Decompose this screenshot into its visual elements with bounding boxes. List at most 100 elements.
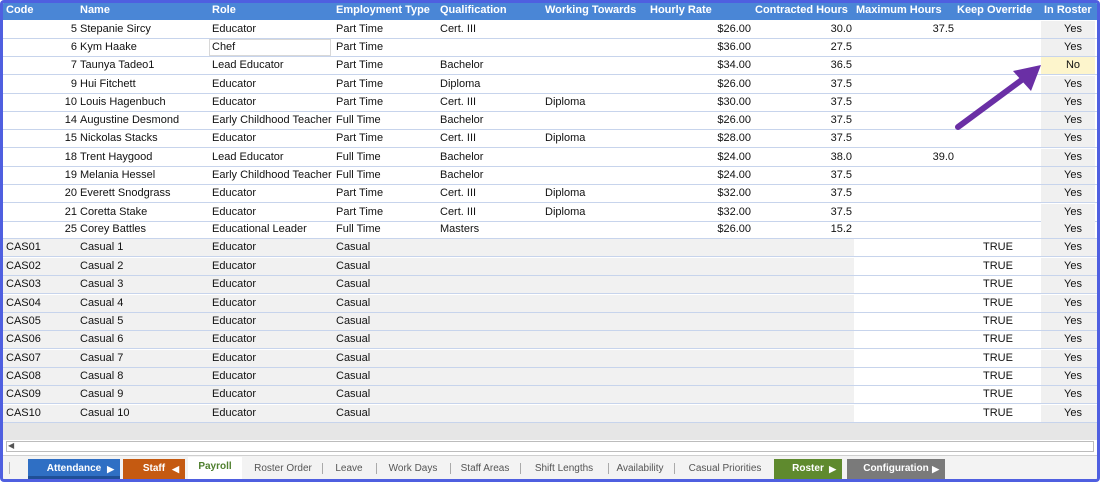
employment-type[interactable]: Casual [336,370,370,382]
staff-role[interactable]: Educator [212,132,256,144]
employment-type[interactable]: Part Time [336,59,383,71]
staff-name[interactable]: Casual 1 [80,241,123,253]
in-roster[interactable]: Yes [1043,315,1097,327]
working-towards[interactable]: Diploma [545,132,585,144]
staff-code[interactable]: 21 [23,206,77,218]
qualification[interactable]: Bachelor [440,114,483,126]
staff-role[interactable]: Lead Educator [212,151,284,163]
staff-name[interactable]: Casual 2 [80,260,123,272]
in-roster[interactable]: Yes [1043,23,1097,35]
in-roster[interactable]: Yes [1043,151,1097,163]
sheet-tab-payroll[interactable]: Payroll [188,457,242,479]
column-header-hourly-rate[interactable]: Hourly Rate [650,4,712,16]
staff-name[interactable]: Casual 8 [80,370,123,382]
employment-type[interactable]: Casual [336,407,370,419]
contracted-hours[interactable]: 15.2 [753,223,852,235]
staff-role[interactable]: Educator [212,315,256,327]
staff-role[interactable]: Early Childhood Teacher [212,169,332,181]
table-row[interactable]: 5 Stepanie Sircy Educator Part Time Cert. II… [3,21,1097,39]
qualification[interactable]: Cert. III [440,206,476,218]
employment-type[interactable]: Casual [336,260,370,272]
column-header-employment-type[interactable]: Employment Type [336,4,430,16]
staff-name[interactable]: Everett Snodgrass [80,187,171,199]
column-header-qualification[interactable]: Qualification [440,4,507,16]
tab-scroll-left-icon[interactable] [9,462,16,474]
qualification[interactable]: Masters [440,223,479,235]
staff-name[interactable]: Taunya Tadeo1 [80,59,154,71]
sheet-tab-casual-priorities[interactable]: Casual Priorities [678,459,772,479]
staff-name[interactable]: Trent Haygood [80,151,152,163]
hourly-rate[interactable]: $26.00 [651,223,751,235]
hourly-rate[interactable]: $24.00 [651,169,751,181]
column-header-in-roster[interactable]: In Roster [1044,4,1092,16]
column-header-working-towards[interactable]: Working Towards [545,4,636,16]
staff-name[interactable]: Casual 5 [80,315,123,327]
in-roster[interactable]: Yes [1043,370,1097,382]
sheet-tab-configuration[interactable]: Configuration ▶ [847,459,945,479]
horizontal-scrollbar[interactable]: ◀ [6,441,1094,452]
staff-name[interactable]: Corey Battles [80,223,146,235]
staff-role[interactable]: Educator [212,96,256,108]
column-header-name[interactable]: Name [80,4,110,16]
contracted-hours[interactable]: 37.5 [753,187,852,199]
in-roster[interactable]: Yes [1043,241,1097,253]
staff-name[interactable]: Stepanie Sircy [80,23,151,35]
sheet-tab-work-days[interactable]: Work Days [379,459,447,479]
table-row[interactable]: CAS06 Casual 6 Educator Casual TRUE Yes [3,331,1097,349]
employment-type[interactable]: Full Time [336,151,381,163]
table-row[interactable]: 15 Nickolas Stacks Educator Part Time Cert. … [3,130,1097,148]
table-row[interactable]: CAS04 Casual 4 Educator Casual TRUE Yes [3,295,1097,313]
column-header-keep-override[interactable]: Keep Override [957,4,1032,16]
staff-code[interactable]: CAS03 [6,278,41,290]
employment-type[interactable]: Casual [336,333,370,345]
staff-code[interactable]: CAS05 [6,315,41,327]
contracted-hours[interactable]: 27.5 [753,41,852,53]
staff-name[interactable]: Casual 9 [80,388,123,400]
contracted-hours[interactable]: 36.5 [753,59,852,71]
contracted-hours[interactable]: 37.5 [753,78,852,90]
keep-override[interactable]: TRUE [957,315,1039,327]
in-roster[interactable]: Yes [1043,407,1097,419]
hourly-rate[interactable]: $36.00 [651,41,751,53]
qualification[interactable]: Cert. III [440,96,476,108]
staff-role[interactable]: Lead Educator [212,59,284,71]
column-header-role[interactable]: Role [212,4,236,16]
table-row[interactable]: 20 Everett Snodgrass Educator Part Time Cert… [3,185,1097,203]
table-row[interactable]: 6 Kym Haake Chef Part Time $36.00 27.5 Yes [3,39,1097,57]
staff-name[interactable]: Augustine Desmond [80,114,179,126]
qualification[interactable]: Bachelor [440,59,483,71]
keep-override[interactable]: TRUE [957,297,1039,309]
staff-code[interactable]: 10 [23,96,77,108]
employment-type[interactable]: Full Time [336,114,381,126]
staff-code[interactable]: CAS10 [6,407,41,419]
contracted-hours[interactable]: 37.5 [753,114,852,126]
working-towards[interactable]: Diploma [545,187,585,199]
contracted-hours[interactable]: 38.0 [753,151,852,163]
staff-code[interactable]: 7 [23,59,77,71]
column-header-code[interactable]: Code [6,4,34,16]
table-row[interactable]: 25 Corey Battles Educational Leader Full Ti… [3,221,1097,239]
hourly-rate[interactable]: $26.00 [651,23,751,35]
in-roster[interactable]: Yes [1043,41,1097,53]
staff-role[interactable]: Educator [212,388,256,400]
staff-role[interactable]: Chef [212,41,235,53]
contracted-hours[interactable]: 37.5 [753,96,852,108]
employment-type[interactable]: Part Time [336,78,383,90]
hourly-rate[interactable]: $28.00 [651,132,751,144]
employment-type[interactable]: Casual [336,278,370,290]
staff-code[interactable]: 14 [23,114,77,126]
hourly-rate[interactable]: $30.00 [651,96,751,108]
staff-name[interactable]: Casual 4 [80,297,123,309]
table-row[interactable]: CAS10 Casual 10 Educator Casual TRUE Yes [3,405,1097,423]
keep-override[interactable]: TRUE [957,260,1039,272]
table-row[interactable]: CAS09 Casual 9 Educator Casual TRUE Yes [3,386,1097,404]
hourly-rate[interactable]: $32.00 [651,187,751,199]
qualification[interactable]: Cert. III [440,132,476,144]
staff-role[interactable]: Educator [212,260,256,272]
in-roster[interactable]: Yes [1043,169,1097,181]
employment-type[interactable]: Part Time [336,96,383,108]
staff-name[interactable]: Coretta Stake [80,206,147,218]
employment-type[interactable]: Full Time [336,169,381,181]
staff-name[interactable]: Nickolas Stacks [80,132,158,144]
in-roster[interactable]: Yes [1043,223,1097,235]
